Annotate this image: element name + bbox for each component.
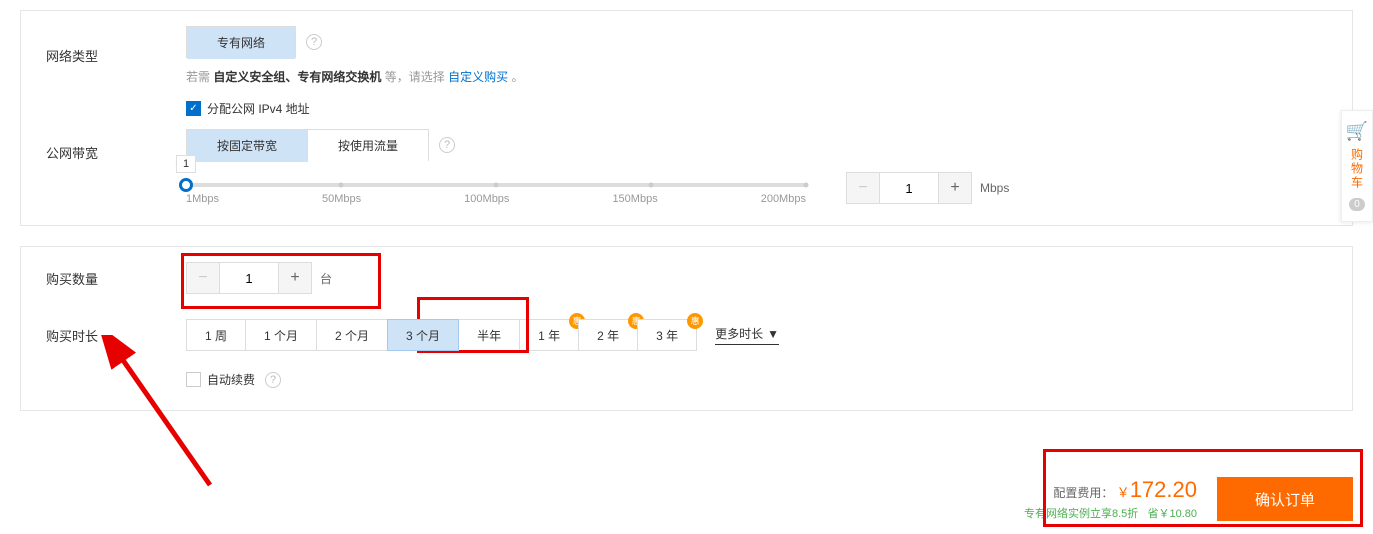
quantity-stepper: − +	[186, 262, 312, 294]
autorenew-checkbox[interactable]: 自动续费 ?	[186, 371, 281, 388]
help-icon[interactable]: ?	[439, 137, 455, 153]
chevron-down-icon: ▼	[767, 327, 779, 341]
bw-plus-button[interactable]: +	[939, 173, 971, 203]
cart-count: 0	[1349, 198, 1365, 211]
duration-option[interactable]: 1 年惠	[519, 319, 579, 351]
quantity-label: 购买数量	[46, 269, 186, 288]
help-icon[interactable]: ?	[265, 372, 281, 388]
duration-option[interactable]: 2 年惠	[578, 319, 638, 351]
slider-handle[interactable]	[179, 178, 193, 192]
qty-unit: 台	[320, 270, 332, 287]
network-hint: 若需 自定义安全组、专有网络交换机 等，请选择 自定义购买 。	[186, 68, 1327, 85]
bw-value-input[interactable]	[879, 173, 939, 203]
network-type-group: 专有网络	[186, 26, 296, 58]
bandwidth-row: 公网带宽 ✓ 分配公网 IPv4 地址 按固定带宽 按使用流量 ? 1	[21, 85, 1352, 205]
purchase-panel: 购买数量 − + 台 购买时长 1 周1 个月2 个月3 个月半年1 年惠2 年…	[20, 246, 1353, 411]
bandwidth-content: ✓ 分配公网 IPv4 地址 按固定带宽 按使用流量 ? 1	[186, 100, 1327, 205]
network-panel: 网络类型 专有网络 ? 若需 自定义安全组、专有网络交换机 等，请选择 自定义购…	[20, 10, 1353, 226]
quantity-row: 购买数量 − + 台	[21, 247, 1352, 294]
bandwidth-stepper: − +	[846, 172, 972, 204]
duration-option[interactable]: 1 个月	[245, 319, 317, 351]
by-traffic-button[interactable]: 按使用流量	[307, 130, 428, 162]
custom-buy-link[interactable]: 自定义购买	[448, 70, 508, 84]
save-text: 省￥10.80	[1147, 508, 1197, 520]
price-box: 配置费用： ￥172.20 专有网络实例立享8.5折 省￥10.80 确认订单	[1024, 477, 1353, 521]
duration-option[interactable]: 3 年惠	[637, 319, 697, 351]
confirm-order-button[interactable]: 确认订单	[1217, 477, 1353, 521]
discount-text: 专有网络实例立享8.5折	[1024, 508, 1138, 520]
cart-tab[interactable]: 🛒 购物车 0	[1341, 110, 1373, 222]
price-value: 172.20	[1130, 477, 1197, 502]
bw-minus-button[interactable]: −	[847, 173, 879, 203]
help-icon[interactable]: ?	[306, 34, 322, 50]
bandwidth-slider[interactable]: 1 1Mbps 50Mbps 100Mbps	[186, 183, 806, 205]
duration-label: 购买时长	[46, 326, 186, 345]
more-duration[interactable]: 更多时长 ▼	[715, 325, 779, 345]
footer: 配置费用： ￥172.20 专有网络实例立享8.5折 省￥10.80 确认订单	[0, 441, 1373, 521]
duration-option[interactable]: 3 个月	[387, 319, 459, 351]
check-icon: ✓	[186, 101, 201, 116]
network-type-row: 网络类型 专有网络 ? 若需 自定义安全组、专有网络交换机 等，请选择 自定义购…	[21, 11, 1352, 85]
bw-unit: Mbps	[980, 181, 1009, 195]
qty-minus-button[interactable]: −	[187, 263, 219, 293]
slider-tooltip: 1	[176, 155, 196, 173]
fee-label: 配置费用：	[1053, 486, 1113, 500]
duration-row: 购买时长 1 周1 个月2 个月3 个月半年1 年惠2 年惠3 年惠 更多时长 …	[21, 294, 1352, 351]
assign-ip-checkbox[interactable]: ✓ 分配公网 IPv4 地址	[186, 100, 310, 117]
qty-value-input[interactable]	[219, 263, 279, 293]
checkbox-icon	[186, 372, 201, 387]
discount-badge: 惠	[687, 313, 703, 329]
bandwidth-label: 公网带宽	[46, 143, 186, 162]
network-type-label: 网络类型	[46, 46, 186, 65]
network-type-content: 专有网络 ? 若需 自定义安全组、专有网络交换机 等，请选择 自定义购买 。	[186, 26, 1327, 85]
billing-group: 按固定带宽 按使用流量	[186, 129, 429, 161]
duration-option[interactable]: 1 周	[186, 319, 246, 351]
autorenew-row: 自动续费 ?	[21, 351, 1352, 390]
qty-plus-button[interactable]: +	[279, 263, 311, 293]
cart-icon: 🛒	[1342, 121, 1372, 142]
vpc-button[interactable]: 专有网络	[187, 27, 295, 59]
duration-option[interactable]: 2 个月	[316, 319, 388, 351]
duration-group: 1 周1 个月2 个月3 个月半年1 年惠2 年惠3 年惠	[186, 319, 697, 351]
duration-option[interactable]: 半年	[458, 319, 520, 351]
fixed-bandwidth-button[interactable]: 按固定带宽	[187, 130, 307, 162]
